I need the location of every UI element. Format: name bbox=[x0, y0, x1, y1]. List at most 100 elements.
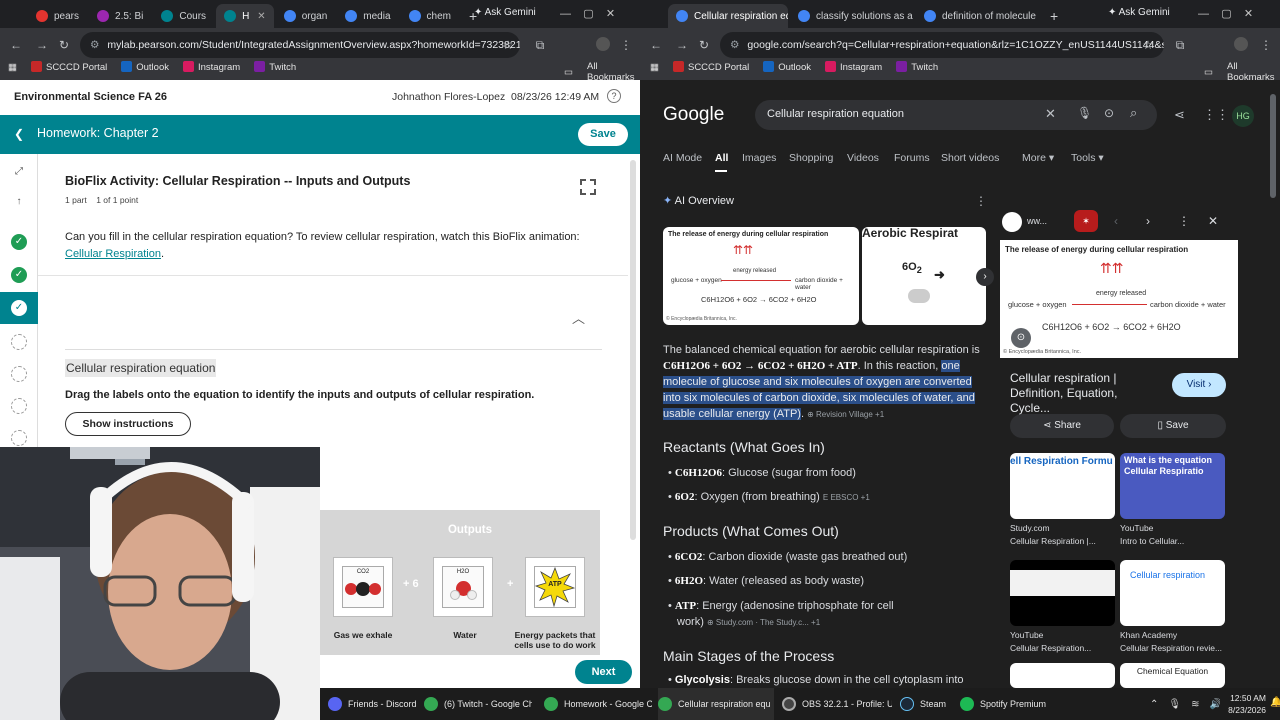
next-icon[interactable]: › bbox=[1146, 214, 1150, 228]
new-tab-button[interactable]: + bbox=[1042, 4, 1066, 28]
bookmark-instagram[interactable]: Instagram bbox=[182, 61, 240, 73]
taskbar-steam[interactable]: Steam bbox=[900, 688, 950, 720]
lens-icon[interactable]: ⊙ bbox=[1011, 328, 1031, 348]
forward-icon[interactable]: → bbox=[34, 37, 50, 53]
help-icon[interactable]: ? bbox=[607, 89, 621, 103]
taskbar-homework[interactable]: Homework - Google Ch bbox=[544, 688, 652, 720]
left-tab-2[interactable]: 2.5: Bi bbox=[89, 4, 151, 28]
search-icon[interactable]: ⌕ bbox=[1130, 105, 1137, 121]
taskbar-obs[interactable]: OBS 32.2.1 - Profile: Unt bbox=[782, 688, 892, 720]
left-tab-7[interactable]: chem bbox=[401, 4, 459, 28]
forward-icon[interactable]: → bbox=[674, 37, 690, 53]
extensions-icon[interactable]: ⧉ bbox=[1172, 37, 1188, 53]
pending-question-icon[interactable] bbox=[11, 430, 27, 446]
related-thumb-1[interactable]: ell Respiration Formu bbox=[1010, 453, 1115, 519]
tab-more[interactable]: More ▾ bbox=[1022, 152, 1054, 164]
notification-icon[interactable]: 🔔 bbox=[1270, 697, 1280, 708]
clock[interactable]: 12:50 AM 8/23/2026 bbox=[1226, 692, 1266, 716]
save-result-button[interactable]: ▯ Save bbox=[1120, 414, 1226, 438]
left-tab-6[interactable]: media bbox=[337, 4, 398, 28]
tab-short-videos[interactable]: Short videos bbox=[941, 152, 999, 164]
search-query[interactable]: Cellular respiration equation bbox=[767, 108, 904, 120]
britannica-icon[interactable]: ✶ bbox=[1074, 210, 1098, 232]
lens-icon[interactable]: ⊙ bbox=[1104, 106, 1114, 120]
reload-icon[interactable]: ↻ bbox=[56, 37, 72, 53]
show-instructions-button[interactable]: Show instructions bbox=[65, 412, 191, 436]
left-tab-5[interactable]: organ bbox=[276, 4, 336, 28]
apps-grid-icon[interactable]: ⋮⋮ bbox=[1203, 107, 1229, 123]
atp-card[interactable]: ATP bbox=[525, 557, 585, 617]
related-caption-3[interactable]: YouTube Cellular Respiration... bbox=[1010, 629, 1118, 655]
source-chip[interactable]: E EBSCO +1 bbox=[823, 493, 870, 502]
taskbar-discord[interactable]: Friends - Discord bbox=[328, 688, 422, 720]
tab-videos[interactable]: Videos bbox=[847, 152, 879, 164]
visit-button[interactable]: Visit › bbox=[1172, 373, 1226, 397]
co2-card[interactable]: CO2 bbox=[333, 557, 393, 617]
system-tray[interactable]: ⌃ 🎙 ≋ 🔊 bbox=[1150, 688, 1220, 720]
collapse-chevron-icon[interactable]: ︿ bbox=[572, 308, 585, 327]
h2o-card[interactable]: H2O bbox=[433, 557, 493, 617]
left-tab-3[interactable]: Cours bbox=[153, 4, 214, 28]
profile-avatar[interactable] bbox=[596, 37, 610, 51]
ai-image-1[interactable]: The release of energy during cellular re… bbox=[663, 227, 859, 325]
bookmark-scccd[interactable]: SCCCD Portal bbox=[30, 61, 107, 73]
related-thumb-2[interactable]: What is the equation Cellular Respiratio bbox=[1120, 453, 1225, 519]
volume-icon[interactable]: 🔊 bbox=[1209, 699, 1220, 710]
completed-check-icon[interactable]: ✓ bbox=[11, 267, 27, 283]
back-icon[interactable]: ← bbox=[8, 37, 24, 53]
wifi-icon[interactable]: ≋ bbox=[1191, 699, 1199, 710]
panel-title[interactable]: Cellular respiration | Definition, Equati… bbox=[1010, 371, 1160, 416]
related-thumb-4[interactable]: Cellular respiration bbox=[1120, 560, 1225, 626]
prev-icon[interactable]: ‹ bbox=[1114, 214, 1118, 228]
right-address-bar[interactable]: ⚙ google.com/search?q=Cellular+respiratio… bbox=[720, 32, 1164, 58]
pending-question-icon[interactable] bbox=[11, 398, 27, 414]
bookmark-twitch[interactable]: Twitch bbox=[254, 61, 296, 73]
left-window-controls[interactable]: — ▢ ✕ bbox=[560, 7, 615, 20]
microphone-icon[interactable]: 🎙 bbox=[1077, 106, 1092, 120]
related-thumb-5[interactable] bbox=[1010, 663, 1115, 688]
right-window-controls[interactable]: — ▢ ✕ bbox=[1198, 7, 1253, 20]
completed-check-icon[interactable]: ✓ bbox=[11, 300, 27, 316]
related-caption-2[interactable]: YouTube Intro to Cellular... bbox=[1120, 522, 1228, 548]
back-icon[interactable]: ← bbox=[648, 37, 664, 53]
close-panel-icon[interactable]: ✕ bbox=[1208, 214, 1218, 228]
microphone-icon[interactable]: 🎙 bbox=[1168, 699, 1181, 710]
tab-ai-mode[interactable]: AI Mode bbox=[663, 152, 702, 164]
right-tab-1[interactable]: Cellular respiration eq✕ bbox=[668, 4, 788, 28]
bioflix-link[interactable]: Cellular Respiration bbox=[65, 248, 161, 260]
taskbar-twitch[interactable]: (6) Twitch - Google Chr bbox=[424, 688, 532, 720]
left-tab-4[interactable]: H ✕ bbox=[216, 4, 274, 28]
bookmark-instagram[interactable]: Instagram bbox=[824, 61, 882, 73]
search-box[interactable]: Cellular respiration equation ✕ 🎙 ⊙ ⌕ bbox=[755, 100, 1157, 130]
more-options-icon[interactable]: ⋮ bbox=[975, 194, 987, 208]
google-logo[interactable]: Google bbox=[663, 104, 724, 126]
more-options-icon[interactable]: ⋮ bbox=[1178, 214, 1190, 228]
share-button[interactable]: ⋖ Share bbox=[1010, 414, 1114, 438]
tab-all[interactable]: All bbox=[715, 152, 728, 164]
fullscreen-icon[interactable] bbox=[580, 179, 596, 195]
bookmark-twitch[interactable]: Twitch bbox=[896, 61, 938, 73]
pending-question-icon[interactable] bbox=[11, 334, 27, 350]
page-scrollbar[interactable] bbox=[630, 160, 636, 540]
account-avatar[interactable]: HG bbox=[1232, 105, 1254, 127]
collapse-icon[interactable]: ❮ bbox=[14, 127, 24, 141]
taskbar-spotify[interactable]: Spotify Premium bbox=[960, 688, 1050, 720]
apps-icon[interactable]: ▦ bbox=[8, 62, 17, 73]
pending-question-icon[interactable] bbox=[11, 366, 27, 382]
bookmark-star-icon[interactable]: ☆ bbox=[1140, 37, 1156, 53]
apps-icon[interactable]: ▦ bbox=[650, 62, 659, 73]
bookmark-outlook[interactable]: Outlook bbox=[763, 61, 811, 73]
left-address-bar[interactable]: ⚙ mylab.pearson.com/Student/IntegratedAss… bbox=[80, 32, 520, 58]
tab-forums[interactable]: Forums bbox=[894, 152, 930, 164]
right-tab-3[interactable]: definition of molecule✕ bbox=[916, 4, 1040, 28]
clear-icon[interactable]: ✕ bbox=[1045, 106, 1056, 122]
extensions-icon[interactable]: ⧉ bbox=[532, 37, 548, 53]
chevron-up-icon[interactable]: ⌃ bbox=[1150, 699, 1158, 710]
menu-icon[interactable]: ⋮ bbox=[1258, 37, 1274, 53]
menu-icon[interactable]: ⋮ bbox=[618, 37, 634, 53]
save-button[interactable]: Save bbox=[578, 123, 628, 146]
completed-check-icon[interactable]: ✓ bbox=[11, 234, 27, 250]
panel-image[interactable]: The release of energy during cellular re… bbox=[1000, 240, 1238, 358]
tab-tools[interactable]: Tools ▾ bbox=[1071, 152, 1104, 164]
bookmark-star-icon[interactable]: ☆ bbox=[500, 37, 516, 53]
